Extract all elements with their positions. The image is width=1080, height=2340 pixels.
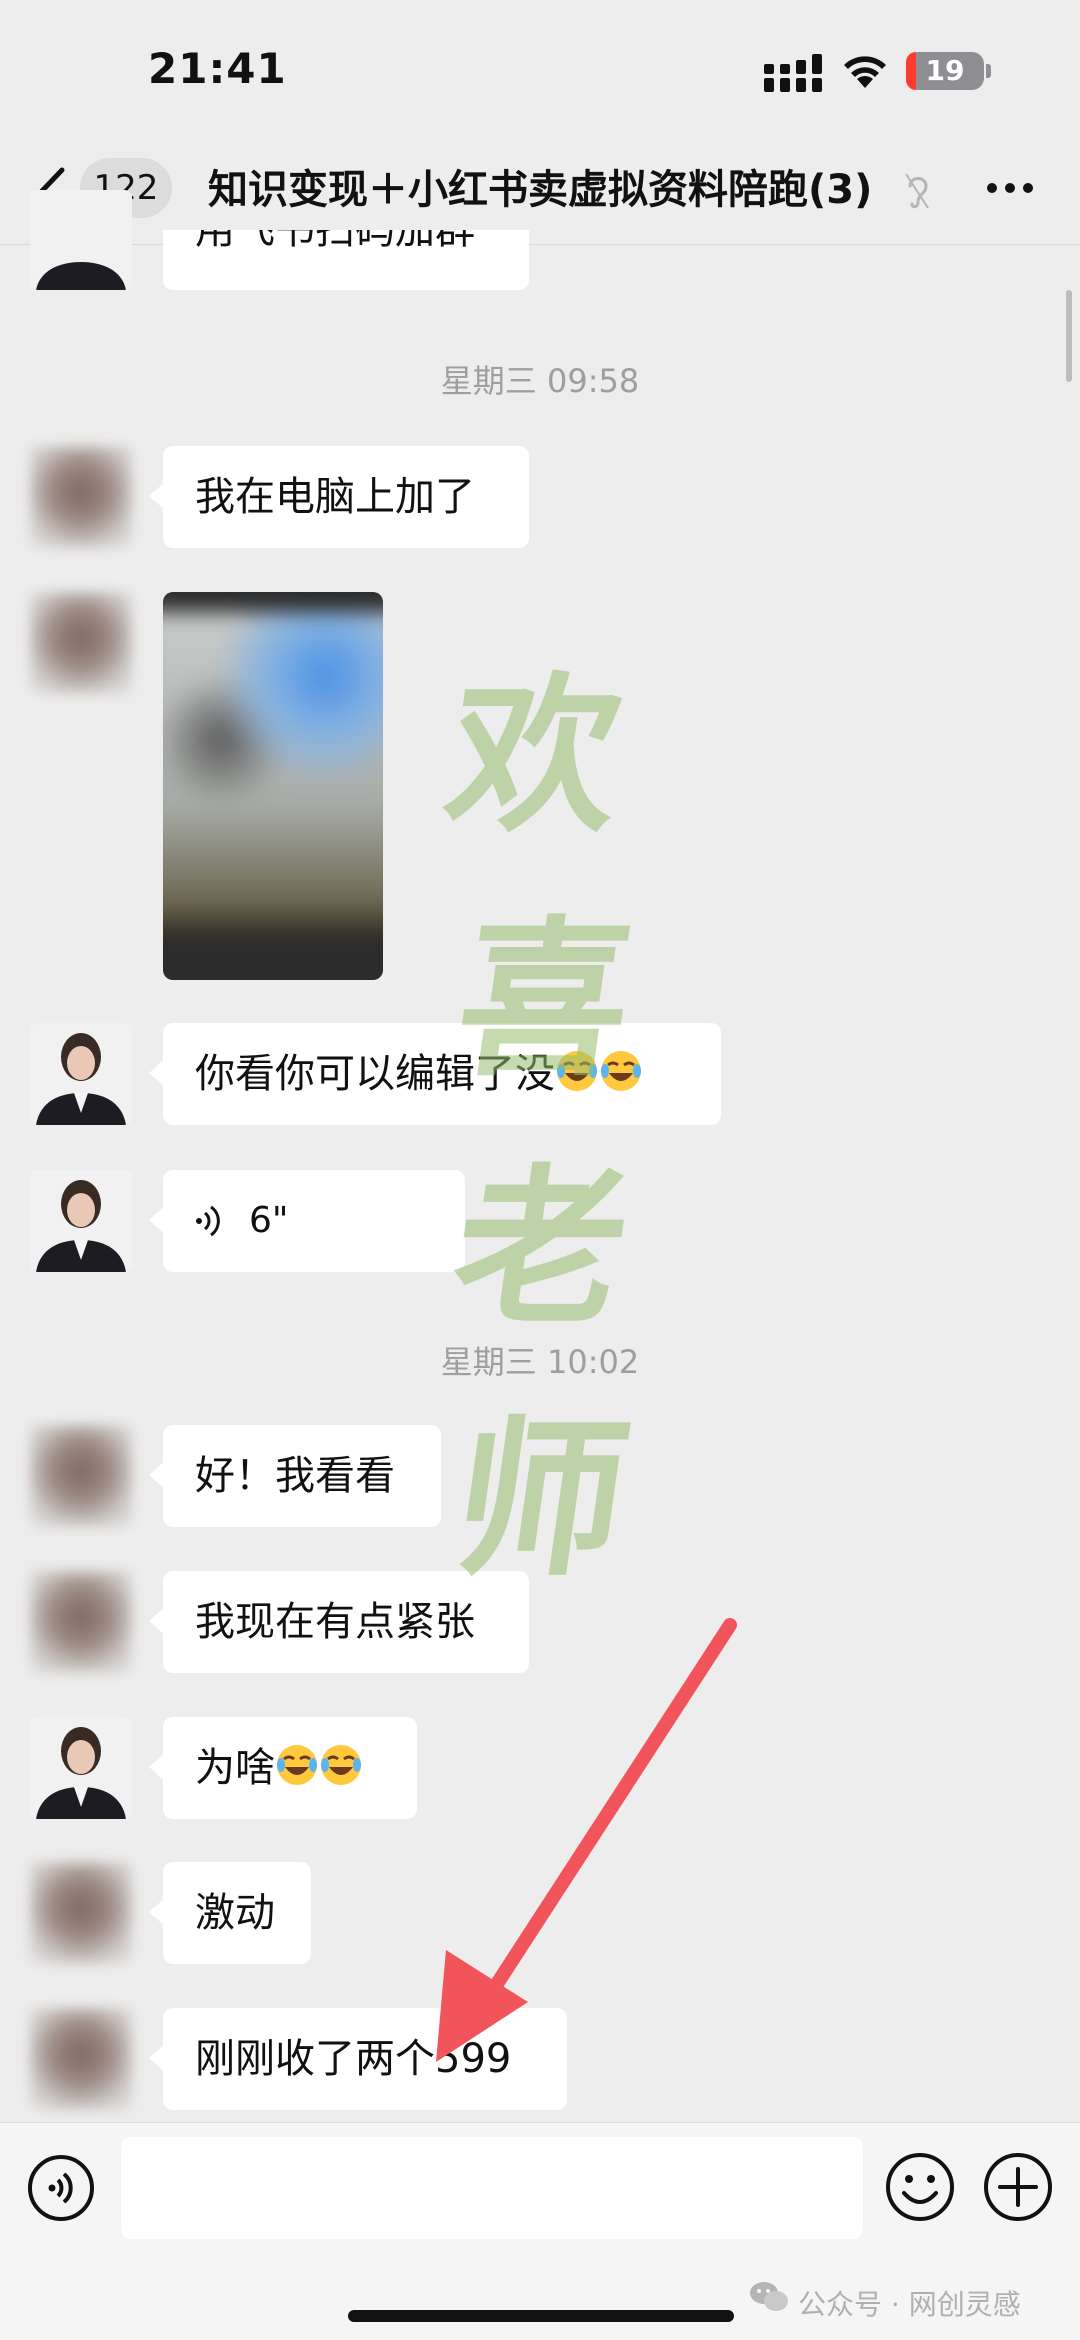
avatar[interactable] [30,1425,132,1527]
battery-level: 19 [925,54,965,87]
message-bubble[interactable]: 好！我看看 [149,1425,441,1527]
battery-tip [986,64,991,78]
avatar[interactable] [30,1170,132,1272]
voice-message-icon [196,1205,220,1237]
wifi-icon [844,56,886,88]
status-time: 21:41 [148,44,287,93]
watermark-char: 喜 [445,900,644,1100]
watermark-char: 老 [441,1148,640,1348]
avatar[interactable] [30,190,132,290]
message-text: 为啥 [195,1745,275,1791]
teacher-avatar-image [30,1717,132,1819]
timestamp: 星期三 09:58 [440,362,640,400]
status-bar: 21:41 19 [0,0,1080,140]
message-text: 我在电脑上加了 [195,474,475,520]
avatar[interactable] [30,1862,132,1964]
red-arrow-annotation [436,1618,737,2062]
message-bubble[interactable]: 用飞书扫码加群 [163,230,529,290]
laughing-emoji-icon [277,1745,317,1785]
avatar[interactable] [30,1571,132,1673]
message-bubble[interactable]: 激动 [149,1862,311,1964]
blurred-image [163,612,383,932]
plus-icon[interactable] [982,2151,1054,2223]
laughing-emoji-icon [321,1745,361,1785]
muted-icon [905,173,929,209]
avatar[interactable] [30,592,132,694]
chat-header: 122 知识变现＋小红书卖虚拟资料陪跑(3) [0,140,1080,245]
voice-duration: 6" [249,1200,289,1241]
avatar[interactable] [30,1023,132,1125]
battery-indicator: 19 [906,52,984,90]
input-bar: 公众号 · 网创灵感 [0,2122,1080,2340]
teacher-avatar-image [30,1023,132,1125]
teacher-avatar-image [30,1170,132,1272]
emoji-icon[interactable] [884,2151,956,2223]
message-text: 用飞书扫码加群 [195,230,475,253]
watermark-char: 欢 [435,656,634,856]
cellular-signal-icon [764,54,822,92]
wechat-icon [750,2282,788,2311]
avatar[interactable] [30,2008,132,2110]
more-icon[interactable] [984,178,1036,198]
message-text: 激动 [195,1890,275,1936]
message-bubble[interactable]: 为啥 [149,1717,417,1819]
watermark-char: 师 [441,1400,640,1600]
image-message[interactable] [163,592,383,980]
voice-toggle-icon[interactable] [26,2153,96,2223]
voice-message-bubble[interactable]: 6" [149,1170,465,1272]
teacher-avatar-image [30,190,132,290]
chat-title[interactable]: 知识变现＋小红书卖虚拟资料陪跑(3) [208,162,898,218]
avatar[interactable] [30,1717,132,1819]
source-label: 公众号 · 网创灵感 [798,2288,1021,2321]
avatar[interactable] [30,446,132,548]
message-bubble[interactable]: 我在电脑上加了 [149,446,529,548]
message-input[interactable] [121,2137,863,2239]
message-text: 好！我看看 [195,1453,395,1499]
home-indicator[interactable] [348,2310,734,2322]
